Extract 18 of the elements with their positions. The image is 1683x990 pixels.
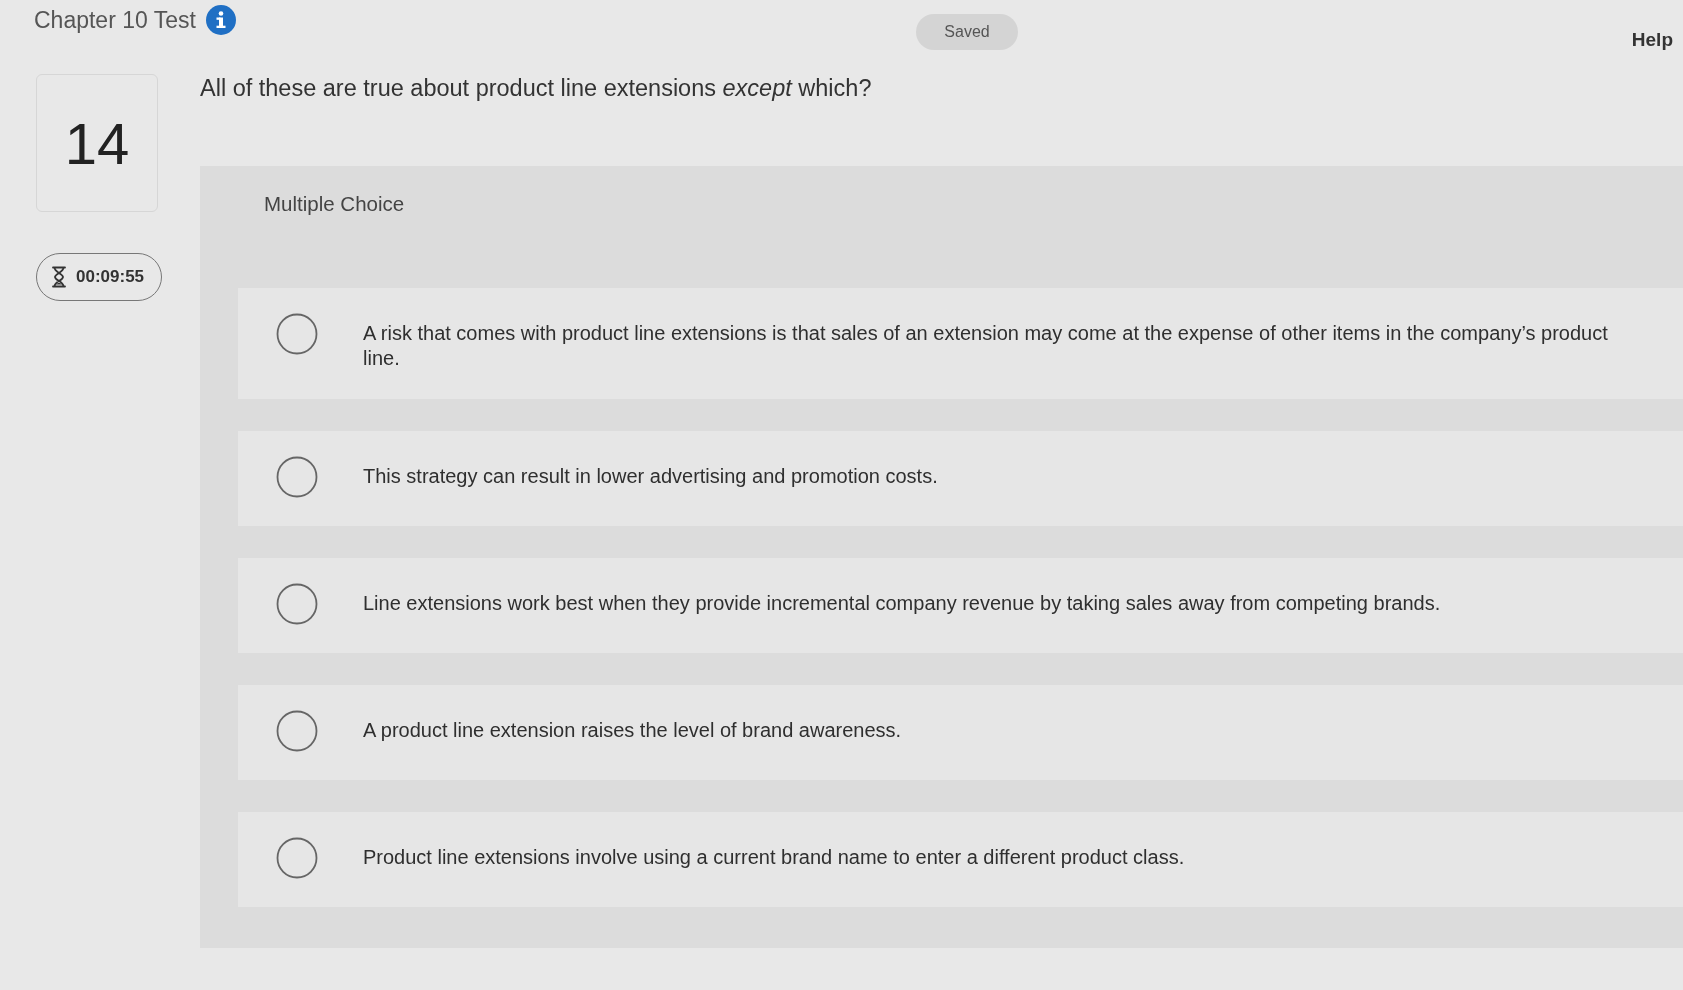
answer-option[interactable]: Product line extensions involve using a current brand name to enter a different product class. (238, 812, 1683, 907)
radio-button[interactable] (276, 583, 318, 625)
info-icon[interactable] (205, 5, 236, 35)
answer-option[interactable]: Line extensions work best when they provide incremental company revenue by taking sales away from competing brands. (238, 558, 1683, 653)
answer-option[interactable]: A risk that comes with product line extensions is that sales of an extension may come at the expense of other items in the company’s product line. (238, 288, 1683, 399)
question-type: Multiple Choice (263, 192, 406, 216)
test-title: Chapter 10 Test (34, 6, 196, 34)
question-number: 14 (36, 74, 158, 212)
radio-button[interactable] (276, 837, 318, 879)
answer-option[interactable]: This strategy can result in lower advertising and promotion costs. (238, 431, 1683, 526)
hourglass-icon (51, 266, 67, 288)
saved-status: Saved (916, 14, 1018, 50)
answer-option[interactable]: A product line extension raises the level of brand awareness. (238, 685, 1683, 780)
help-link[interactable]: Help (1631, 29, 1673, 51)
radio-button[interactable] (276, 456, 318, 498)
radio-button[interactable] (276, 710, 318, 752)
question-prompt: All of these are true about product line extensions except which? (200, 74, 873, 102)
radio-button[interactable] (276, 313, 318, 355)
